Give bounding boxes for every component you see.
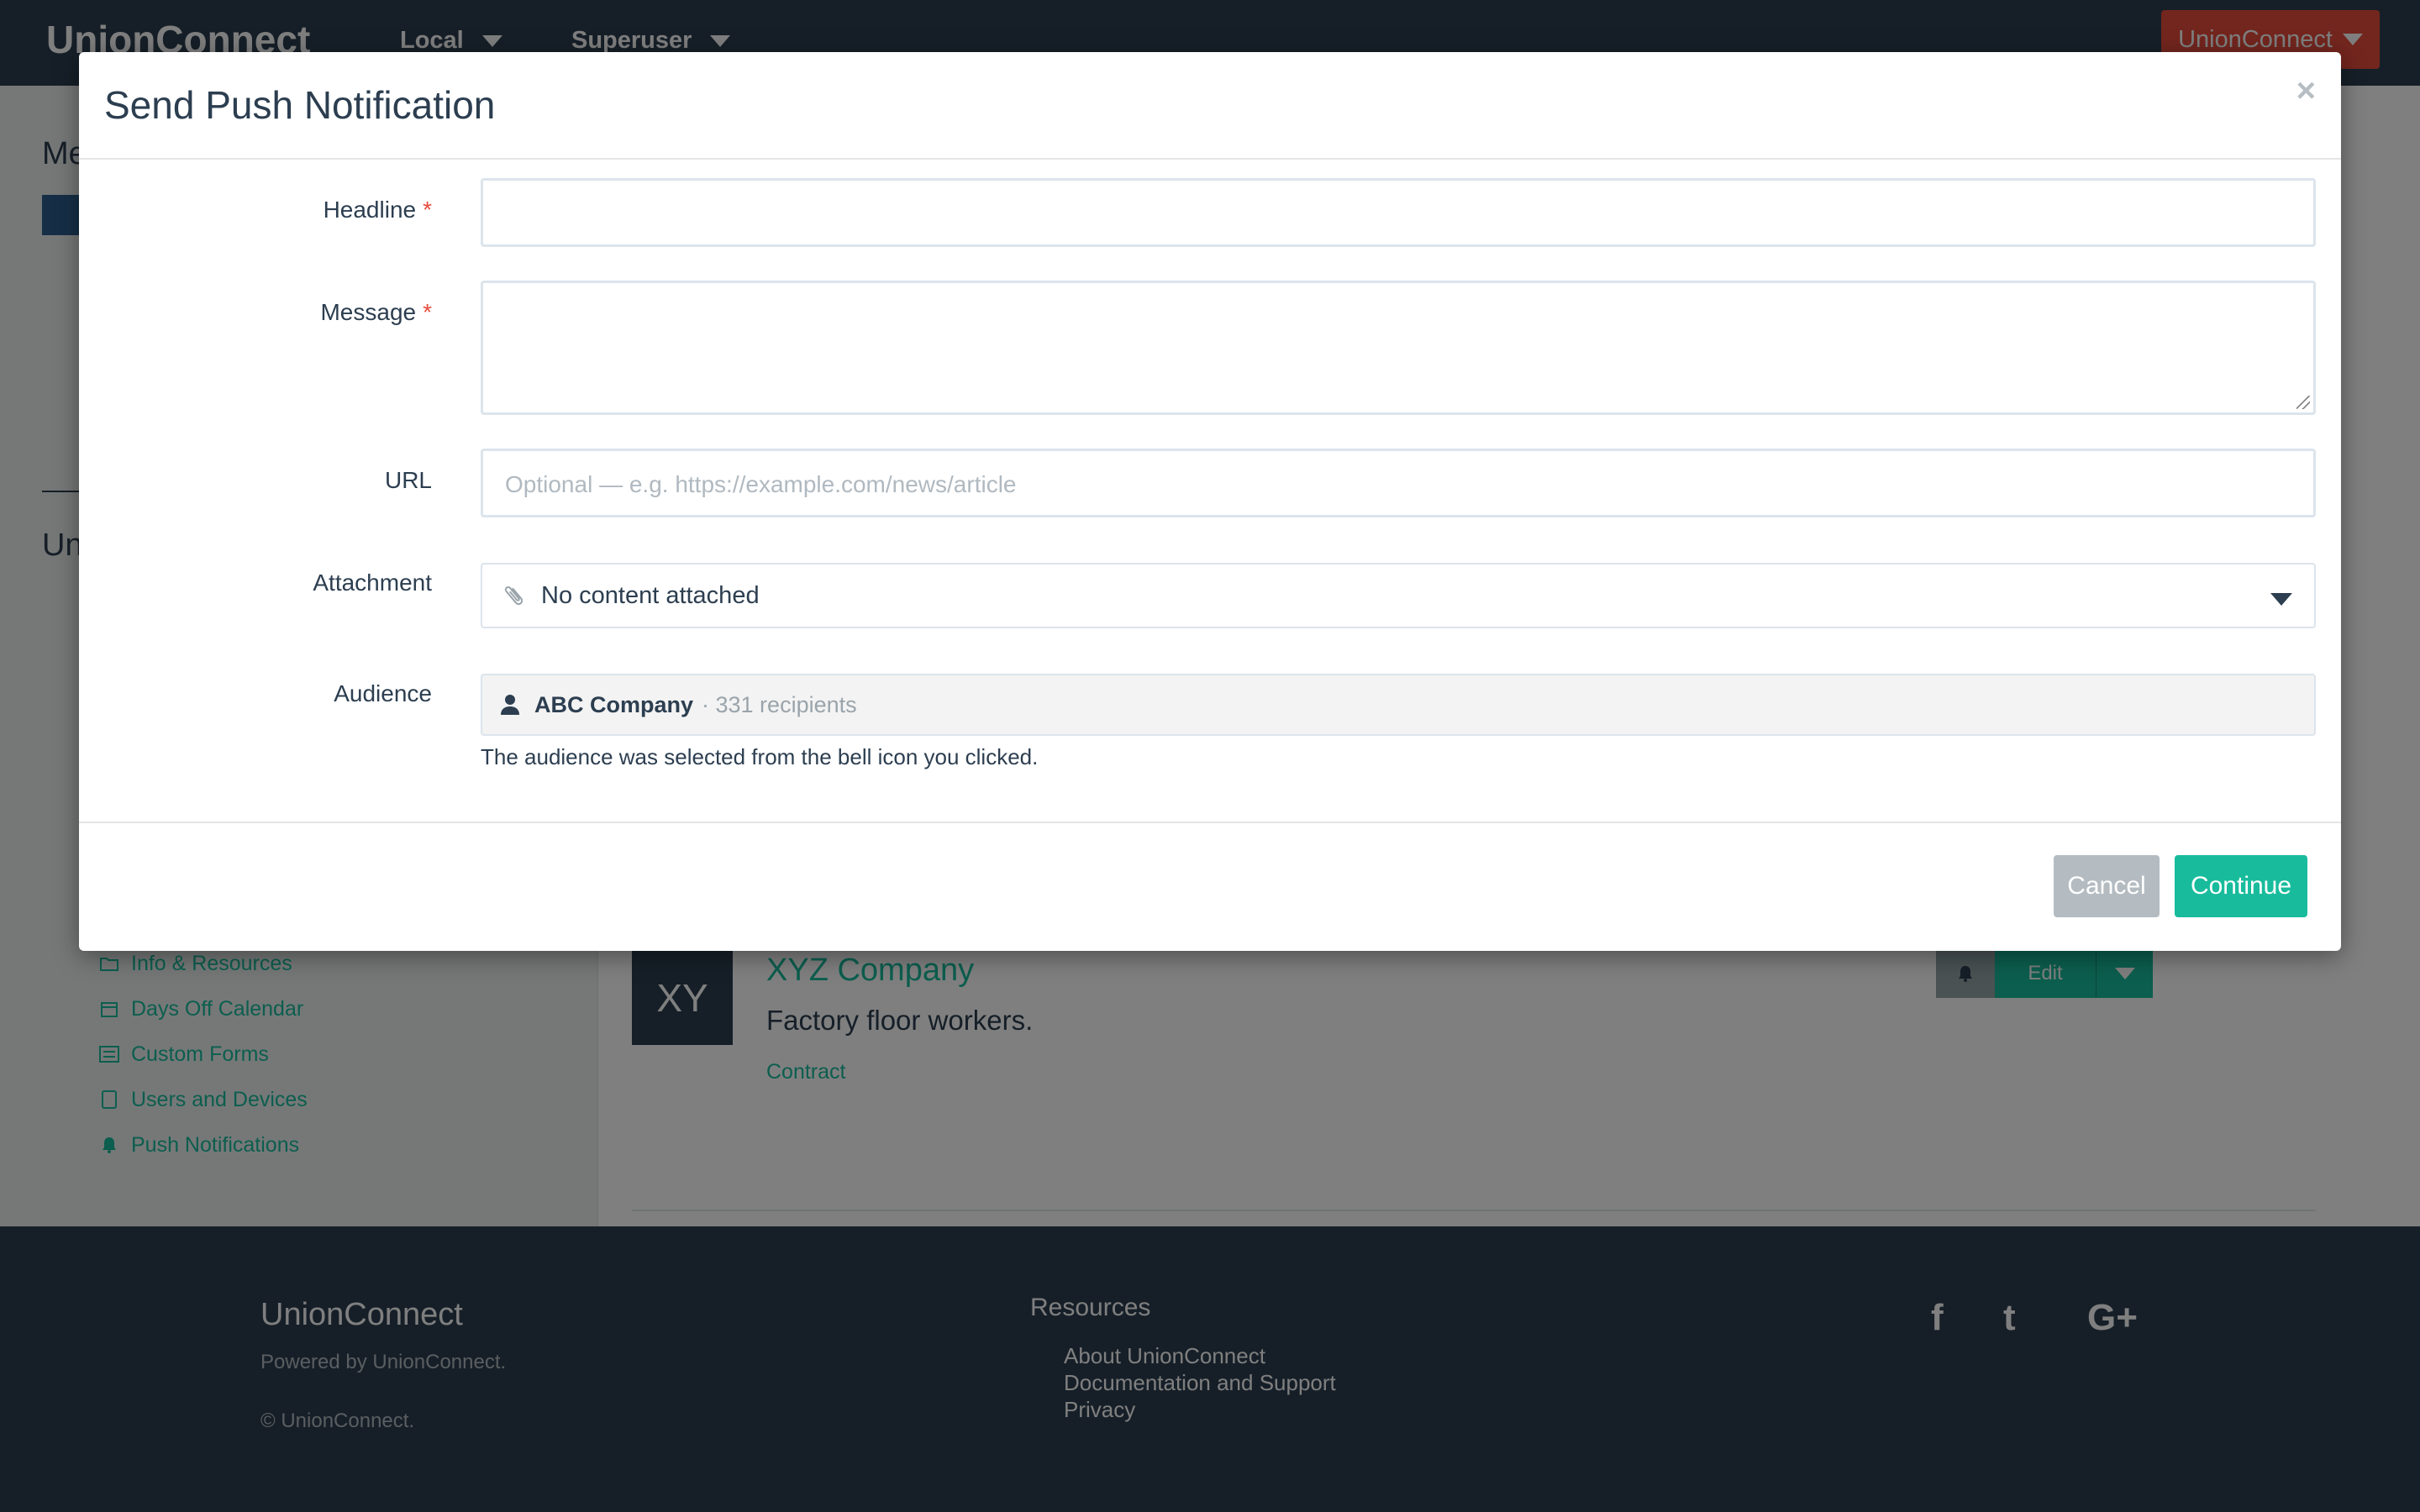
url-input[interactable]: Optional — e.g. https://example.com/news… [481,449,2316,517]
audience-name: ABC Company [534,691,694,717]
paperclip-icon [494,575,534,616]
send-push-notification-modal: Send Push Notification × Headline * Messa… [79,52,2341,951]
attachment-select[interactable]: No content attached [481,563,2316,628]
resize-handle-icon[interactable] [2296,396,2310,409]
audience-label: Audience [334,680,432,706]
audience-help-text: The audience was selected from the bell … [481,744,1039,769]
modal-footer-divider [79,822,2341,823]
message-textarea[interactable] [481,281,2316,415]
modal-title: Send Push Notification [104,83,496,127]
audience-display: ABC Company · 331 recipients [481,674,2316,736]
message-label-text: Message [320,299,417,325]
user-icon [497,692,523,717]
close-icon[interactable]: × [2296,72,2316,110]
url-label: URL [384,467,432,493]
attachment-label: Attachment [313,570,432,596]
headline-input[interactable] [481,178,2316,247]
headline-label-text: Headline [323,197,417,223]
continue-button[interactable]: Continue [2175,855,2307,917]
message-label: Message * [320,299,432,326]
cancel-button[interactable]: Cancel [2054,855,2160,917]
chevron-down-icon [2270,593,2292,606]
required-mark: * [423,299,432,325]
audience-count: · 331 recipients [702,691,857,717]
headline-label: Headline * [324,197,432,223]
required-mark: * [423,197,432,223]
attachment-selected-value: No content attached [541,581,760,609]
url-placeholder: Optional — e.g. https://example.com/news… [505,471,1017,497]
modal-header: Send Push Notification × [79,52,2341,160]
